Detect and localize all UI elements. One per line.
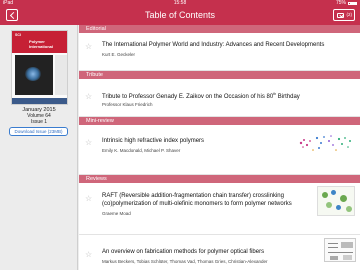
article-title[interactable]: Intrinsic high refractive index polymers <box>102 138 204 146</box>
section-header-editorial: Editorial <box>79 25 360 33</box>
toc-list[interactable]: Editorial ☆ The International Polymer Wo… <box>79 25 360 270</box>
battery-icon <box>348 1 357 5</box>
section-header-tribute: Tribute <box>79 71 360 79</box>
download-issue-button[interactable]: Download Issue (23MB) <box>9 127 68 136</box>
article-authors: Markus Beckers, Tobias Schlüter, Thomas … <box>102 259 268 264</box>
issue-panel: SCI Polymer International January 2015 V… <box>0 25 78 270</box>
article-row[interactable]: ☆ An overview on fabrication methods for… <box>79 235 360 270</box>
article-row[interactable]: ☆ RAFT (Reversible addition-fragmentatio… <box>79 183 360 235</box>
article-title[interactable]: Tribute to Professor Genady E. Zaikov on… <box>102 91 300 102</box>
downloads-count: (2) <box>346 12 353 17</box>
article-row[interactable]: ☆ The International Polymer World and In… <box>79 33 360 71</box>
navigation-bar: Table of Contents (2) <box>0 6 360 25</box>
journal-cover-image[interactable]: SCI Polymer International <box>11 30 68 105</box>
cover-logo: SCI <box>15 33 21 37</box>
article-title[interactable]: An overview on fabrication methods for p… <box>102 249 264 257</box>
cover-artwork <box>15 55 53 95</box>
article-row[interactable]: ☆ Tribute to Professor Genady E. Zaikov … <box>79 79 360 117</box>
issue-info: January 2015 Volume 64 Issue 1 <box>0 107 78 125</box>
article-title[interactable]: RAFT (Reversible addition-fragmentation … <box>102 193 292 208</box>
article-authors: Kurt E. Geckeler <box>102 52 136 57</box>
cover-journal-name: Polymer International <box>29 39 54 49</box>
downloads-button[interactable]: (2) <box>333 9 355 21</box>
article-authors: Professor Klaus Friedrich <box>102 102 153 107</box>
star-icon[interactable]: ☆ <box>85 93 93 101</box>
page-title: Table of Contents <box>144 10 216 20</box>
article-thumbnail-image <box>299 135 351 151</box>
article-thumbnail-image <box>324 238 356 262</box>
section-header-reviews: Reviews <box>79 175 360 183</box>
article-authors: Emily K. Macdonald, Michael P. Shaver <box>102 148 181 153</box>
star-icon[interactable]: ☆ <box>85 139 93 147</box>
issue-number: Issue 1 <box>30 119 48 125</box>
star-icon[interactable]: ☆ <box>85 43 93 51</box>
download-tray-icon <box>337 12 344 18</box>
article-row[interactable]: ☆ Intrinsic high refractive index polyme… <box>79 125 360 175</box>
article-thumbnail-image <box>317 186 355 216</box>
section-header-mini-review: Mini-review <box>79 117 360 125</box>
star-icon[interactable]: ☆ <box>85 195 93 203</box>
article-authors: Graeme Moad <box>102 211 131 216</box>
article-title[interactable]: The International Polymer World and Indu… <box>102 42 324 50</box>
star-icon[interactable]: ☆ <box>85 251 93 259</box>
